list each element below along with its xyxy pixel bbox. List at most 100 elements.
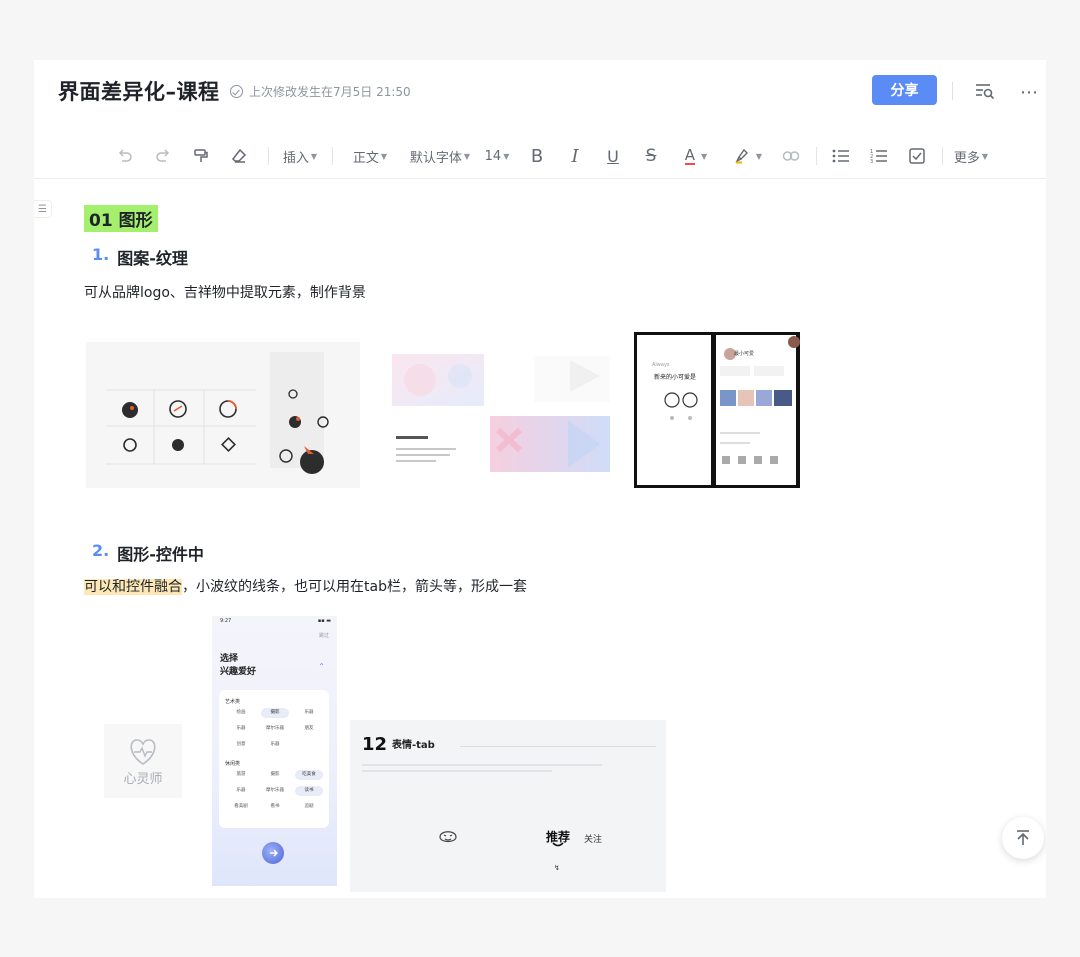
emoji-tab-image[interactable]: 12 表情-tab 推荐 关注 ↯ bbox=[350, 720, 666, 892]
eraser-icon[interactable] bbox=[228, 136, 250, 176]
profile-name: 最小可爱 bbox=[734, 351, 755, 357]
list-number: 2. bbox=[92, 541, 110, 560]
interest-tag[interactable]: 绘画 bbox=[227, 708, 255, 718]
toolbar-divider bbox=[816, 147, 817, 165]
lesson-number: 12 bbox=[362, 734, 388, 755]
document-page: 界面差异化–课程 上次修改发生在7月5日 21:50 分享 ⋯ 插入 ▼ 正文 … bbox=[34, 60, 1046, 898]
interest-tag[interactable]: 看美剧 bbox=[227, 802, 255, 812]
tab-follow[interactable]: 关注 bbox=[584, 832, 602, 845]
pattern-grid-image[interactable] bbox=[86, 342, 360, 488]
saved-check-icon bbox=[230, 85, 243, 98]
interest-tag[interactable]: 摩尔乐器 bbox=[261, 724, 289, 734]
interest-tag[interactable]: 乐器 bbox=[227, 786, 255, 796]
interest-tag[interactable]: 乐器 bbox=[261, 740, 289, 750]
next-button[interactable] bbox=[262, 842, 284, 864]
interest-tag[interactable]: 摄影 bbox=[261, 770, 289, 780]
chevron-down-icon: ▼ bbox=[310, 151, 318, 161]
screen-title-2: 兴趣爱好 bbox=[220, 667, 257, 677]
more-label: 更多 bbox=[953, 150, 980, 166]
chevron-down-icon: ▼ bbox=[463, 151, 471, 161]
save-status: 上次修改发生在7月5日 21:50 bbox=[230, 83, 411, 100]
interest-tag[interactable]: 吃美食 bbox=[295, 770, 323, 780]
outline-toggle-icon[interactable]: ☰ bbox=[34, 200, 52, 218]
lesson-title: 表情-tab bbox=[392, 740, 435, 751]
paragraph: 可从品牌logo、吉祥物中提取元素，制作背景 bbox=[84, 285, 366, 301]
format-painter-icon[interactable] bbox=[190, 136, 212, 176]
title-line bbox=[460, 746, 656, 747]
bullet-list-icon[interactable] bbox=[830, 136, 852, 176]
section-title: 图形-控件中 bbox=[117, 545, 204, 564]
header-divider bbox=[952, 82, 953, 100]
doc-title[interactable]: 界面差异化–课程 bbox=[58, 76, 220, 106]
redo-icon[interactable] bbox=[152, 136, 174, 176]
chevron-down-icon: ▼ bbox=[755, 151, 763, 161]
format-toolbar: 插入▼ 正文▼ 默认字体▼ 14▼ B I U S A▼ ▼ 123 bbox=[34, 136, 1046, 176]
save-status-text: 上次修改发生在7月5日 21:50 bbox=[249, 85, 411, 99]
interest-tag[interactable]: 读书 bbox=[295, 786, 323, 796]
interest-selection-phone[interactable]: 9:27 ▪▪ ▬ 跳过 选择 兴趣爱好 ⌃ 艺术类 休闲类 绘画 摄影 乐器 乐器摩… bbox=[212, 616, 337, 886]
font-family-label: 默认字体 bbox=[409, 150, 462, 166]
toolbar-bottom-divider bbox=[34, 178, 1046, 179]
chevron-up-icon: ⌃ bbox=[318, 662, 325, 671]
screen-title-1: 选择 bbox=[220, 654, 239, 664]
tab-indicator-icon bbox=[552, 842, 564, 847]
heading-1: 01 图形 bbox=[84, 205, 158, 232]
app-tag: Always bbox=[652, 362, 670, 368]
interest-tag[interactable]: 旅游 bbox=[227, 770, 255, 780]
phone-screens-image[interactable]: Always 新来的小可爱是 最小可爱 bbox=[634, 332, 800, 488]
highlighter-icon[interactable]: ▼ bbox=[730, 136, 766, 176]
paragraph-text: ，小波纹的线条，也可以用在tab栏，箭头等，形成一套 bbox=[182, 579, 527, 595]
brand-label: 心灵师 bbox=[123, 772, 163, 787]
interest-tag[interactable]: 摄影 bbox=[261, 708, 289, 718]
toolbar-divider bbox=[268, 147, 269, 165]
checkbox-list-icon[interactable] bbox=[906, 136, 928, 176]
interest-tag[interactable]: 看书 bbox=[261, 802, 289, 812]
svg-text:3: 3 bbox=[870, 159, 873, 164]
italic-icon[interactable]: I bbox=[564, 136, 586, 176]
chevron-down-icon: ▼ bbox=[701, 151, 708, 161]
list-number: 1. bbox=[92, 245, 110, 264]
heart-logo-image[interactable]: 心灵师 bbox=[104, 724, 182, 798]
desc-line bbox=[362, 770, 552, 772]
chevron-down-icon: ▼ bbox=[380, 151, 388, 161]
group-label: 休闲类 bbox=[225, 761, 241, 767]
skip-link[interactable]: 跳过 bbox=[319, 632, 329, 639]
outline-search-icon[interactable] bbox=[974, 81, 996, 101]
interest-tag[interactable]: 摩尔乐器 bbox=[261, 786, 289, 796]
chevron-down-icon: ▼ bbox=[981, 151, 989, 161]
interest-tag[interactable]: 乐器 bbox=[227, 724, 255, 734]
status-time: 9:27 bbox=[220, 618, 232, 624]
interest-tag[interactable]: 追剧 bbox=[295, 802, 323, 812]
interest-tag[interactable]: 乐器 bbox=[295, 708, 323, 718]
font-color-icon[interactable]: A ▼ bbox=[678, 136, 714, 176]
heading-2-section-1: 1. 图案-纹理 bbox=[92, 245, 188, 269]
text-style-label: 正文 bbox=[352, 150, 379, 166]
interest-tag[interactable]: 朋友 bbox=[295, 724, 323, 734]
interest-tag[interactable]: 创意 bbox=[227, 740, 255, 750]
chevron-down-icon: ▼ bbox=[503, 151, 510, 161]
more-menu[interactable]: 更多 ▼ bbox=[952, 136, 990, 176]
font-size-label: 14 bbox=[484, 148, 502, 164]
paragraph: 可以和控件融合，小波纹的线条，也可以用在tab栏，箭头等，形成一套 bbox=[84, 576, 527, 596]
arrow-up-icon bbox=[1017, 830, 1029, 845]
font-size-select[interactable]: 14 ▼ bbox=[484, 136, 510, 176]
link-icon[interactable] bbox=[780, 136, 802, 176]
welcome-title: 新来的小可爱是 bbox=[654, 374, 697, 381]
emoji-face-icon bbox=[439, 831, 457, 843]
insert-menu[interactable]: 插入 ▼ bbox=[280, 136, 320, 176]
share-button[interactable]: 分享 bbox=[872, 75, 937, 105]
interest-card: 艺术类 休闲类 绘画 摄影 乐器 乐器 摩尔乐器 朋友 创意 乐器 旅游 摄影 吃美食 乐器 摩尔乐器读… bbox=[219, 690, 329, 828]
font-family-select[interactable]: 默认字体 ▼ bbox=[408, 136, 472, 176]
title-bar: 界面差异化–课程 上次修改发生在7月5日 21:50 分享 ⋯ bbox=[34, 60, 1046, 122]
numbered-list-icon[interactable]: 123 bbox=[868, 136, 890, 176]
undo-icon[interactable] bbox=[114, 136, 136, 176]
strikethrough-icon[interactable]: S bbox=[640, 136, 662, 176]
more-options-icon[interactable]: ⋯ bbox=[1020, 82, 1039, 103]
status-icons: ▪▪ ▬ bbox=[317, 618, 331, 624]
underline-icon[interactable]: U bbox=[602, 136, 624, 176]
back-to-top-button[interactable] bbox=[1002, 817, 1044, 859]
gradient-pattern-image[interactable] bbox=[390, 350, 612, 484]
toolbar-divider bbox=[942, 147, 943, 165]
bold-icon[interactable]: B bbox=[526, 136, 548, 176]
text-style-select[interactable]: 正文 ▼ bbox=[350, 136, 390, 176]
